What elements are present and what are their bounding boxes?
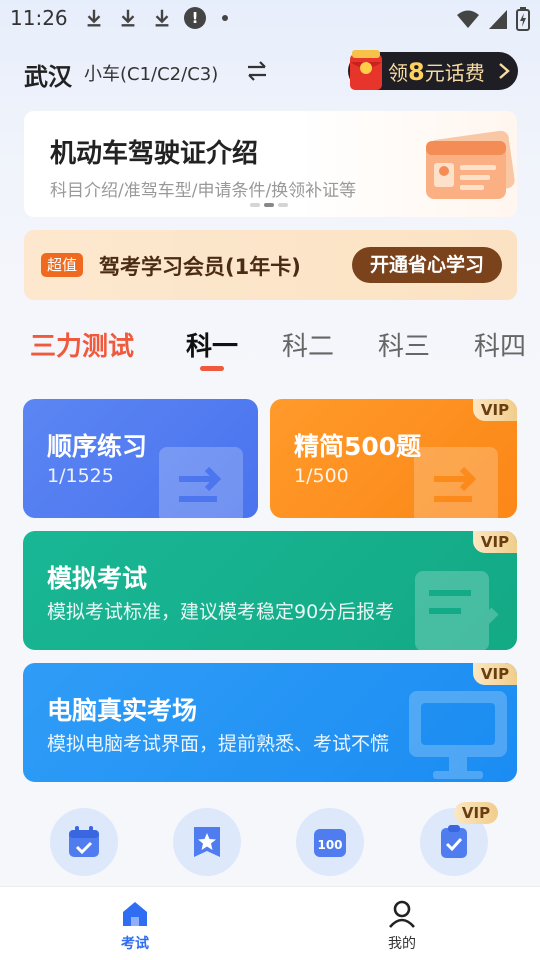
reward-prefix: 领 [388,61,408,85]
city-selector[interactable]: 武汉 [24,57,72,92]
banner-pagination [250,203,288,207]
wifi-icon [457,10,479,28]
mock-exam-card[interactable]: 模拟考试 模拟考试标准，建议模考稳定90分后报考 VIP [23,531,517,650]
notification-icons: ! [82,7,228,29]
home-icon [123,902,147,926]
card-title: 电脑真实考场 [47,696,198,725]
value-tag: 超值 [41,253,84,277]
reward-text: 领8元话费 [388,57,485,86]
banner-subtitle: 科目介绍/准驾车型/申请条件/换领补证等 [50,181,357,201]
nav-mine-tab[interactable]: 我的 [362,899,442,953]
calendar-check-glyph [69,826,99,857]
card-description: 模拟电脑考试界面，提前熟悉、考试不慌 [47,733,390,755]
svg-text:100: 100 [317,838,342,852]
user-icon [389,900,415,928]
reward-suffix: 元话费 [424,61,485,85]
card-title: 模拟考试 [47,564,148,593]
page-dot-active [264,203,274,207]
tab-sanli-test[interactable]: 三力测试 [30,326,134,363]
tab-subject-four[interactable]: 科四 [474,326,526,363]
reward-amount: 8 [408,58,425,86]
battery-icon [516,7,530,31]
star-bookmark-icon[interactable] [173,808,241,876]
license-card-icon [426,130,515,199]
shortcut-row: 100 VIP [0,802,540,880]
vip-badge: VIP [473,399,517,421]
card-title: 精简500题 [294,432,422,461]
score-100-icon[interactable]: 100 [296,808,364,876]
list-arrow-icon [414,447,498,518]
dot-icon [222,15,228,21]
nav-label: 考试 [121,936,149,952]
membership-title: 驾考学习会员(1年卡) [99,255,301,279]
tab-subject-one[interactable]: 科一 [186,326,238,363]
calendar-check-icon[interactable] [50,808,118,876]
score-100-glyph: 100 [314,829,346,857]
vip-badge: VIP [473,663,517,685]
computer-exam-card[interactable]: 电脑真实考场 模拟电脑考试界面，提前熟悉、考试不慌 VIP [23,663,517,782]
nav-label: 我的 [388,936,416,952]
banner-title: 机动车驾驶证介绍 [50,139,259,169]
active-tab-indicator [200,366,224,371]
open-membership-button[interactable]: 开通省心学习 [352,247,502,283]
car-type-selector[interactable]: 小车(C1/C2/C3) [84,60,218,86]
clipboard-check-glyph [441,825,467,858]
list-arrow-icon [159,447,243,518]
download-icon [121,9,135,27]
card-progress: 1/500 [294,465,349,487]
phone-credit-reward-button[interactable]: 领8元话费 [348,50,518,90]
vip-badge: VIP [473,531,517,553]
signal-icon [489,10,507,29]
card-progress: 1/1525 [47,465,114,487]
card-title: 顺序练习 [47,432,148,461]
chevron-right-icon [499,63,510,79]
computer-monitor-icon [409,691,507,779]
tab-subject-three[interactable]: 科三 [378,326,430,363]
vip-badge: VIP [454,802,498,824]
star-bookmark-glyph [194,827,220,857]
red-envelope-icon [350,50,382,90]
status-time: 11:26 [10,6,68,30]
sequential-practice-card[interactable]: 顺序练习 1/1525 [23,399,258,518]
bottom-navigation: 考试 我的 [0,886,540,960]
page-dot [250,203,260,207]
nav-exam-tab[interactable]: 考试 [95,899,175,953]
exam-paper-icon [415,571,499,650]
tab-subject-two[interactable]: 科二 [282,326,334,363]
download-icon [87,9,101,27]
alert-icon: ! [184,7,206,29]
page-dot [278,203,288,207]
license-intro-banner[interactable]: 机动车驾驶证介绍 科目介绍/准驾车型/申请条件/换领补证等 [24,111,517,217]
status-bar: 11:26 ! [0,0,540,36]
membership-promo[interactable]: 超值 驾考学习会员(1年卡) 开通省心学习 [24,230,517,300]
swap-icon[interactable] [246,60,268,82]
system-icons [456,7,530,31]
simplified-500-card[interactable]: 精简500题 1/500 VIP [270,399,517,518]
download-icon [155,9,169,27]
subject-tabs: 三力测试 科一 科二 科三 科四 [0,326,540,376]
card-description: 模拟考试标准，建议模考稳定90分后报考 [47,601,395,623]
